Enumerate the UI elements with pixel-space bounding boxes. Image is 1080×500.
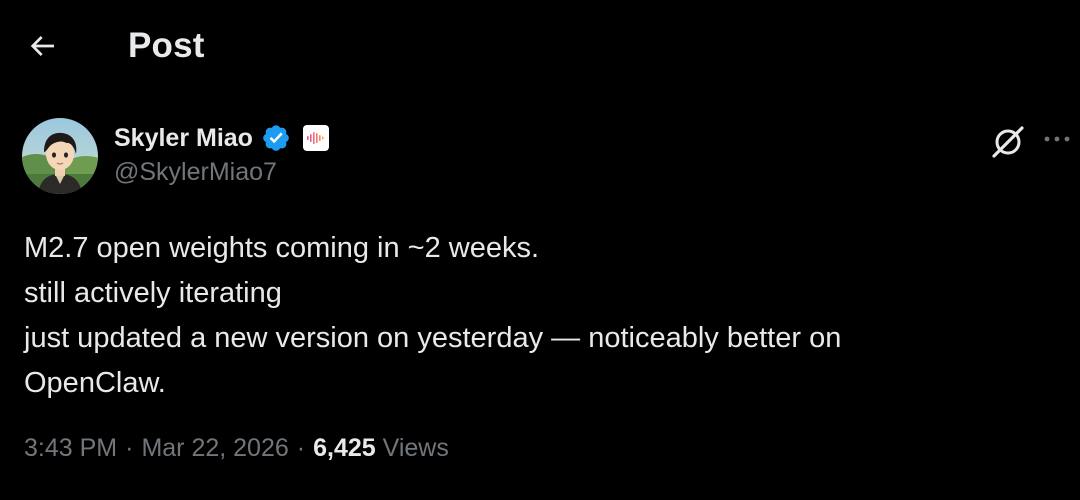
- views-count: 6,425: [313, 434, 376, 462]
- tweet-text: M2.7 open weights coming in ~2 weeks. st…: [24, 226, 1054, 406]
- meta-separator: ·: [296, 434, 306, 462]
- author-handle[interactable]: @SkylerMiao7: [114, 158, 277, 187]
- page-title: Post: [128, 26, 205, 65]
- tweet-time[interactable]: 3:43 PM: [24, 434, 117, 462]
- meta-separator: ·: [125, 434, 134, 462]
- tweet-line: still actively iterating: [24, 277, 282, 309]
- author-name-row: Skyler Miao: [114, 118, 329, 158]
- views-label: Views: [382, 434, 449, 462]
- tweet-line: just updated a new version on yesterday …: [24, 322, 842, 354]
- tweet-line: M2.7 open weights coming in ~2 weeks.: [24, 232, 540, 264]
- avatar-image: [22, 118, 98, 194]
- author-name[interactable]: Skyler Miao: [114, 124, 253, 153]
- avatar[interactable]: [22, 118, 98, 194]
- more-options-icon[interactable]: [1040, 124, 1074, 154]
- back-button[interactable]: [24, 28, 60, 64]
- header: Post: [0, 0, 1080, 96]
- grok-icon[interactable]: [988, 122, 1028, 162]
- tweet-date[interactable]: Mar 22, 2026: [141, 434, 288, 462]
- tweet-line: OpenClaw.: [24, 367, 166, 399]
- verified-badge-icon[interactable]: [261, 123, 291, 153]
- affiliate-badge-icon[interactable]: [302, 125, 329, 151]
- tweet-meta: 3:43 PM · Mar 22, 2026 · 6,425 Views: [24, 434, 449, 463]
- arrow-left-icon: [30, 36, 54, 56]
- post-page: Post Skyler Miao @SkylerMiao7 M2.7 open …: [0, 0, 1080, 500]
